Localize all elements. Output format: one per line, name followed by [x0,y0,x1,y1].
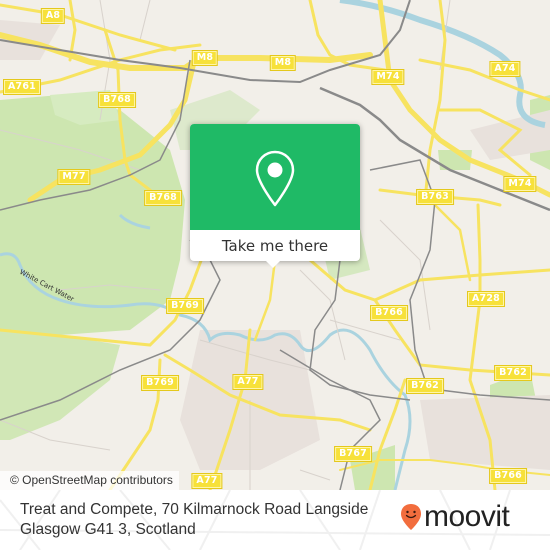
address-line-1: Treat and Compete, 70 Kilmarnock Road La… [20,501,369,518]
road-shield: M8 [269,55,297,71]
road-shield: M8 [191,50,219,66]
road-shield: B766 [370,305,408,321]
moovit-pin-icon [401,504,421,530]
moovit-wordmark: moovit [424,500,510,533]
road-shield: M77 [57,169,91,185]
address-text: Treat and Compete, 70 Kilmarnock Road La… [20,500,400,540]
road-shield: M74 [371,69,405,85]
map-attribution[interactable]: © OpenStreetMap contributors [0,471,179,490]
map-pin-icon [255,150,295,207]
address-line-2: Glasgow G41 3, Scotland [20,521,196,538]
road-shield: B769 [141,375,179,391]
residential-area [420,395,550,470]
road-shield: A77 [232,374,264,390]
park-area [0,95,185,335]
road-shield: B766 [489,468,527,484]
moovit-logo[interactable]: moovit [400,500,510,533]
footer: Treat and Compete, 70 Kilmarnock Road La… [0,490,550,550]
road-shield: B767 [334,446,372,462]
road-shield: B769 [166,298,204,314]
map-view[interactable]: A8 A761 B768 M8 M8 M74 A74 M77 B768 B763 M74 B769 B7… [0,0,550,490]
road-shield: A74 [489,61,521,77]
road-shield: B762 [406,378,444,394]
road-shield: A761 [3,79,41,95]
road-shield: A728 [467,291,505,307]
popup-pointer [265,260,281,268]
popup-header [190,124,360,230]
road-shield: B763 [416,189,454,205]
location-popup: Take me there [190,124,360,268]
road-shield: B768 [98,92,136,108]
road-shield: M74 [503,176,537,192]
road-shield: B762 [494,365,532,381]
road-shield: B768 [144,190,182,206]
park-area [0,330,120,440]
take-me-there-button[interactable]: Take me there [190,230,360,261]
road-shield: A8 [40,8,66,24]
road-shield: A77 [191,473,223,489]
